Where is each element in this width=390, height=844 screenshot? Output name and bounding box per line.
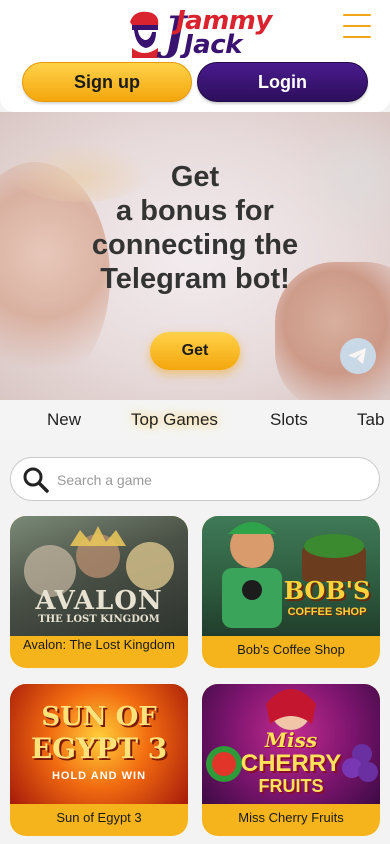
tab-new[interactable]: New bbox=[47, 410, 81, 430]
promo-banner[interactable]: Get a bonus for connecting the Telegram … bbox=[0, 112, 390, 400]
game-title: Sun of Egypt 3 bbox=[56, 810, 142, 825]
signup-button[interactable]: Sign up bbox=[22, 62, 192, 102]
mascot-logo-icon bbox=[130, 11, 159, 58]
tab-slots[interactable]: Slots bbox=[270, 410, 308, 430]
game-thumbnail: AVALON THE LOST KINGDOM bbox=[10, 516, 188, 636]
auth-bar: Sign up Login bbox=[0, 58, 390, 112]
game-card[interactable]: BOB'S COFFEE SHOP Bob's Coffee Shop bbox=[202, 516, 380, 668]
banner-line: a bonus for bbox=[116, 195, 274, 227]
game-art-subtitle: COFFEE SHOP bbox=[287, 606, 367, 618]
banner-line: Get bbox=[170, 161, 220, 193]
banner-line: connecting the bbox=[91, 229, 299, 261]
game-thumbnail: BOB'S COFFEE SHOP bbox=[202, 516, 380, 636]
search-input[interactable] bbox=[57, 468, 357, 492]
telegram-icon bbox=[340, 338, 376, 374]
game-card[interactable]: AVALON THE LOST KINGDOM Avalon: The Lost… bbox=[10, 516, 188, 668]
game-title: Bob's Coffee Shop bbox=[237, 642, 345, 657]
logo-word-jack: Jack bbox=[184, 30, 242, 60]
game-art-tagline: HOLD AND WIN bbox=[51, 770, 147, 782]
search-icon bbox=[23, 467, 49, 493]
logo[interactable]: J Jammy Jack bbox=[120, 4, 280, 62]
game-art-subtitle: THE LOST KINGDOM bbox=[38, 614, 160, 625]
game-art-subtitle: CHERRY bbox=[240, 750, 342, 777]
game-thumbnail: Miss CHERRY FRUITS bbox=[202, 684, 380, 804]
game-art-title: SUN OF bbox=[41, 702, 157, 732]
category-tabs: New Top Games Slots Tab bbox=[0, 400, 390, 440]
game-art-subtitle: EGYPT 3 bbox=[30, 732, 168, 765]
tab-table[interactable]: Tab bbox=[357, 410, 384, 430]
game-art-title: Miss bbox=[264, 728, 318, 752]
game-art-title: BOB'S bbox=[283, 576, 371, 605]
game-art-tagline: FRUITS bbox=[258, 776, 324, 796]
game-art-title: AVALON bbox=[35, 586, 163, 616]
banner-line: Telegram bot! bbox=[100, 263, 290, 295]
get-bonus-button[interactable]: Get bbox=[150, 332, 240, 370]
game-card[interactable]: SUN OF EGYPT 3 HOLD AND WIN Sun of Egypt… bbox=[10, 684, 188, 836]
login-button[interactable]: Login bbox=[197, 62, 368, 102]
tab-top-games[interactable]: Top Games bbox=[131, 410, 218, 430]
menu-icon[interactable] bbox=[343, 14, 371, 42]
game-thumbnail: SUN OF EGYPT 3 HOLD AND WIN bbox=[10, 684, 188, 804]
banner-headline: Get a bonus for connecting the Telegram … bbox=[20, 160, 370, 296]
game-card[interactable]: Miss CHERRY FRUITS Miss Cherry Fruits bbox=[202, 684, 380, 836]
header: J Jammy Jack bbox=[0, 0, 390, 66]
game-title: Avalon: The Lost Kingdom bbox=[22, 637, 175, 652]
search-bar bbox=[10, 457, 380, 501]
game-title: Miss Cherry Fruits bbox=[238, 810, 344, 825]
